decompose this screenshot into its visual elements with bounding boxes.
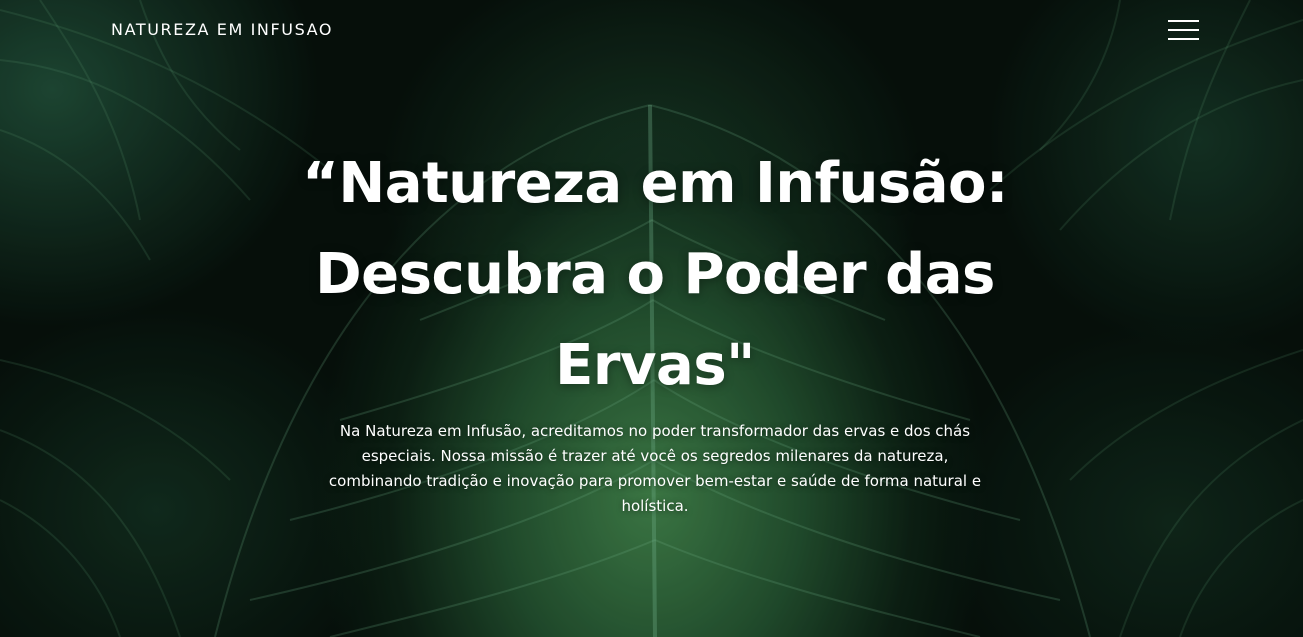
hero-headline: “Natureza em Infusão: Descubra o Poder d… <box>302 151 1008 398</box>
brand-logo-link[interactable]: NATUREZA EM INFUSAO <box>111 20 333 39</box>
hero-intro-paragraph: Na Natureza em Infusão, acreditamos no p… <box>328 422 982 515</box>
hero-section: NATUREZA EM INFUSAO “Natureza em Infusão… <box>0 0 1303 637</box>
menu-line-middle <box>1168 29 1199 31</box>
top-navigation-bar: NATUREZA EM INFUSAO <box>0 0 1303 64</box>
hamburger-menu-icon[interactable] <box>1168 19 1199 42</box>
menu-line-top <box>1168 20 1199 22</box>
menu-line-bottom <box>1168 38 1199 40</box>
